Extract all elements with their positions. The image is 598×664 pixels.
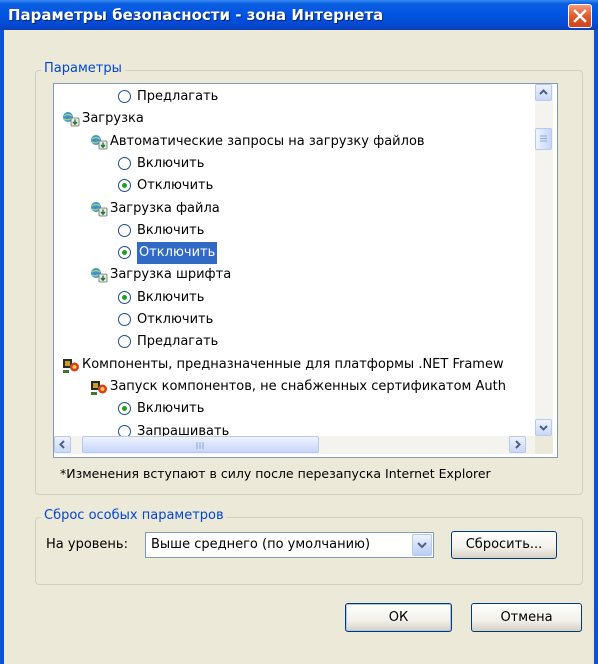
tree-item-label: Предлагать bbox=[137, 334, 219, 350]
tree-item-label: Отключить bbox=[137, 178, 214, 194]
radio-checked[interactable] bbox=[118, 402, 131, 416]
reset-button[interactable]: Сбросить... bbox=[451, 531, 557, 559]
gear-globe-icon bbox=[90, 133, 108, 151]
radio-option-row[interactable]: Предлагать bbox=[54, 331, 535, 353]
radio-dot bbox=[122, 294, 127, 300]
category-row: Загрузка bbox=[54, 108, 535, 130]
dotnet-components-icon bbox=[90, 378, 108, 396]
scroll-down-button[interactable] bbox=[535, 419, 552, 436]
scroll-left-button[interactable] bbox=[54, 436, 71, 453]
restart-note: *Изменения вступают в силу после перезап… bbox=[60, 466, 491, 481]
security-settings-dialog: Параметры безопасности - зона Интернета … bbox=[0, 0, 598, 664]
security-level-value: Выше среднего (по умолчанию) bbox=[151, 537, 371, 552]
scroll-up-button[interactable] bbox=[535, 84, 552, 101]
grip-icon bbox=[540, 135, 547, 142]
radio-option-row[interactable]: Включить bbox=[54, 398, 535, 420]
scroll-corner bbox=[535, 436, 553, 454]
radio-dot bbox=[122, 406, 127, 412]
radio-option-row[interactable]: Включить bbox=[54, 220, 535, 242]
radio-unchecked[interactable] bbox=[118, 223, 131, 237]
tree-item-label: Автоматические запросы на загрузку файло… bbox=[110, 133, 425, 149]
radio-unchecked[interactable] bbox=[118, 335, 131, 349]
reset-button-label: Сбросить... bbox=[465, 537, 543, 552]
settings-tree-listbox[interactable]: Предлагать Загрузка Автоматические запросы… bbox=[53, 83, 558, 458]
chevron-up-icon bbox=[539, 89, 548, 95]
cancel-button-label: Отмена bbox=[500, 610, 553, 625]
chevron-down-icon bbox=[417, 542, 427, 549]
radio-option-row[interactable]: Включить bbox=[54, 287, 535, 309]
radio-option-row[interactable]: Отключить bbox=[54, 242, 535, 265]
reset-group-legend: Сброс особых параметров bbox=[41, 508, 227, 523]
window-title: Параметры безопасности - зона Интернета bbox=[8, 6, 384, 24]
radio-unchecked[interactable] bbox=[118, 313, 131, 326]
tree-item-label: Включить bbox=[137, 289, 205, 305]
vertical-scroll-thumb[interactable] bbox=[535, 128, 552, 150]
radio-dot bbox=[122, 183, 127, 189]
chevron-down-icon bbox=[539, 425, 548, 431]
tree-item-label: Загрузка шрифта bbox=[110, 267, 232, 283]
radio-dot bbox=[122, 250, 127, 256]
subcategory-row: Автоматические запросы на загрузку файло… bbox=[54, 131, 535, 153]
ok-button[interactable]: ОК bbox=[345, 603, 452, 632]
tree-item-label: Отключить bbox=[137, 242, 218, 265]
tree-item-label: Включить bbox=[137, 401, 205, 417]
tree-item-label: Отключить bbox=[137, 312, 214, 327]
tree-item-label: Включить bbox=[137, 222, 205, 238]
window-border-right bbox=[594, 30, 598, 664]
scroll-right-button[interactable] bbox=[509, 436, 526, 453]
radio-unchecked[interactable] bbox=[118, 156, 131, 170]
radio-checked[interactable] bbox=[118, 290, 131, 304]
gear-globe-icon bbox=[90, 200, 108, 218]
tree-item-label: Компоненты, предназначенные для платформ… bbox=[82, 356, 504, 372]
tree-item-label: Загрузка файла bbox=[110, 200, 220, 216]
dropdown-button[interactable] bbox=[412, 534, 432, 556]
level-label: На уровень: bbox=[46, 537, 128, 552]
radio-checked[interactable] bbox=[118, 246, 131, 260]
chevron-right-icon bbox=[515, 440, 521, 449]
tree-item-label: Предлагать bbox=[137, 89, 219, 104]
chevron-left-icon bbox=[59, 440, 65, 449]
tree-item-label: Загрузка bbox=[82, 111, 144, 127]
subcategory-row: Запуск компонентов, не снабженных сертиф… bbox=[54, 376, 535, 398]
gear-globe-icon bbox=[90, 266, 108, 284]
radio-checked[interactable] bbox=[118, 179, 131, 193]
horizontal-scroll-thumb[interactable] bbox=[82, 436, 319, 453]
horizontal-scrollbar[interactable] bbox=[54, 436, 535, 454]
subcategory-row: Загрузка файла bbox=[54, 198, 535, 220]
tree-item-label: Запуск компонентов, не снабженных сертиф… bbox=[110, 378, 506, 394]
radio-option-row[interactable]: Предлагать bbox=[54, 86, 535, 108]
vertical-scrollbar[interactable] bbox=[535, 84, 553, 436]
category-row: Компоненты, предназначенные для платформ… bbox=[54, 354, 535, 376]
radio-option-row[interactable]: Отключить bbox=[54, 175, 535, 197]
subcategory-row: Загрузка шрифта bbox=[54, 264, 535, 286]
window-border-left bbox=[0, 30, 4, 664]
settings-group-legend: Параметры bbox=[41, 61, 125, 76]
gear-globe-icon bbox=[62, 110, 80, 128]
radio-unchecked[interactable] bbox=[118, 90, 131, 103]
dotnet-components-icon bbox=[62, 356, 80, 374]
title-bar[interactable]: Параметры безопасности - зона Интернета bbox=[0, 0, 598, 30]
ok-button-label: ОК bbox=[388, 610, 409, 625]
security-level-select[interactable]: Выше среднего (по умолчанию) bbox=[145, 532, 434, 558]
close-icon bbox=[573, 9, 587, 23]
radio-option-row[interactable]: Включить bbox=[54, 153, 535, 175]
close-button[interactable] bbox=[568, 4, 592, 28]
cancel-button[interactable]: Отмена bbox=[471, 603, 582, 632]
radio-option-row[interactable]: Отключить bbox=[54, 309, 535, 331]
tree-item-label: Включить bbox=[137, 155, 205, 171]
grip-icon bbox=[196, 442, 204, 449]
